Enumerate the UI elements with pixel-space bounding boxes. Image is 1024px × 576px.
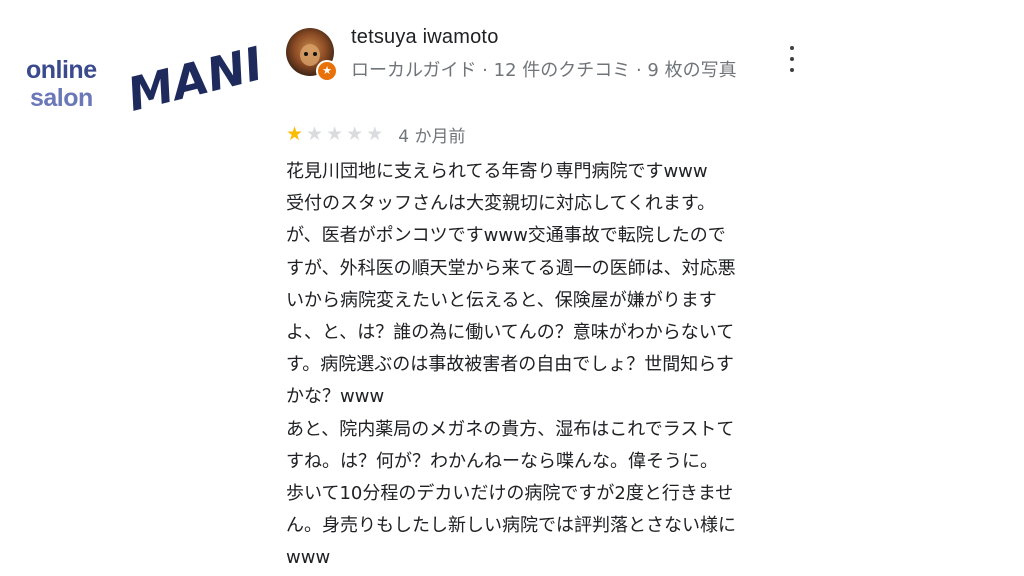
rating-row: ★ ★ ★ ★ ★ 4 か月前 (286, 122, 466, 147)
online-salon-mania-logo: online salon MANIA (22, 14, 262, 124)
star-icon: ★ (286, 123, 304, 145)
review-text-line: 花見川団地に支えられてる年寄り専門病院ですwww (286, 161, 708, 182)
logo-online-text: online (26, 56, 97, 84)
star-icon: ★ (306, 123, 324, 145)
more-vert-icon[interactable] (782, 46, 802, 72)
review-text: 花見川団地に支えられてる年寄り専門病院ですwww 受付のスタッフさんは大変親切に… (286, 156, 794, 575)
svg-text:MANIA: MANIA (122, 28, 260, 114)
review-text-line: が、医者がポンコツですwww交通事故で転院したので (286, 225, 726, 247)
logo-mania-text: MANIA (122, 28, 260, 114)
review-text-line: いから病院変えたいと伝えると、保険屋が嫌がります (286, 289, 717, 311)
review-text-line: すが、外科医の順天堂から来てる週一の医師は、対応悪 (286, 257, 736, 279)
review-text-line: よ、と、は？誰の為に働いてんの？意味がわからないて (286, 322, 735, 344)
star-icon: ★ (366, 123, 384, 145)
review-text-line: かな？www (286, 386, 385, 408)
review-text-line: 受付のスタッフさんは大変親切に対応してくれます。 (286, 193, 716, 215)
review-text-line: ん。身売りもしたし新しい病院では評判落とさない様に (286, 515, 736, 537)
star-icon: ★ (346, 123, 364, 145)
review-text-line: www (286, 547, 331, 569)
author-name[interactable]: tetsuya iwamoto (351, 26, 499, 49)
local-guide-star-icon: ★ (316, 60, 338, 82)
review-text-line: すね。は？何が？わかんねーなら喋んな。偉そうに。 (286, 450, 718, 472)
review-card: ★ tetsuya iwamoto ローカルガイド · 12 件のクチコミ · … (284, 20, 804, 568)
review-text-line: あと、院内薬局のメガネの貴方、湿布はこれでラストて (286, 418, 735, 440)
review-text-line: 歩いて10分程のデカいだけの病院ですが2度と行きませ (286, 483, 734, 505)
logo-salon-text: salon (30, 84, 93, 112)
review-date: 4 か月前 (398, 126, 466, 147)
author-meta: ローカルガイド · 12 件のクチコミ · 9 枚の写真 (351, 60, 737, 81)
star-icon: ★ (326, 123, 344, 145)
review-text-line: す。病院選ぶのは事故被害者の自由でしょ？世間知らす (286, 354, 734, 376)
